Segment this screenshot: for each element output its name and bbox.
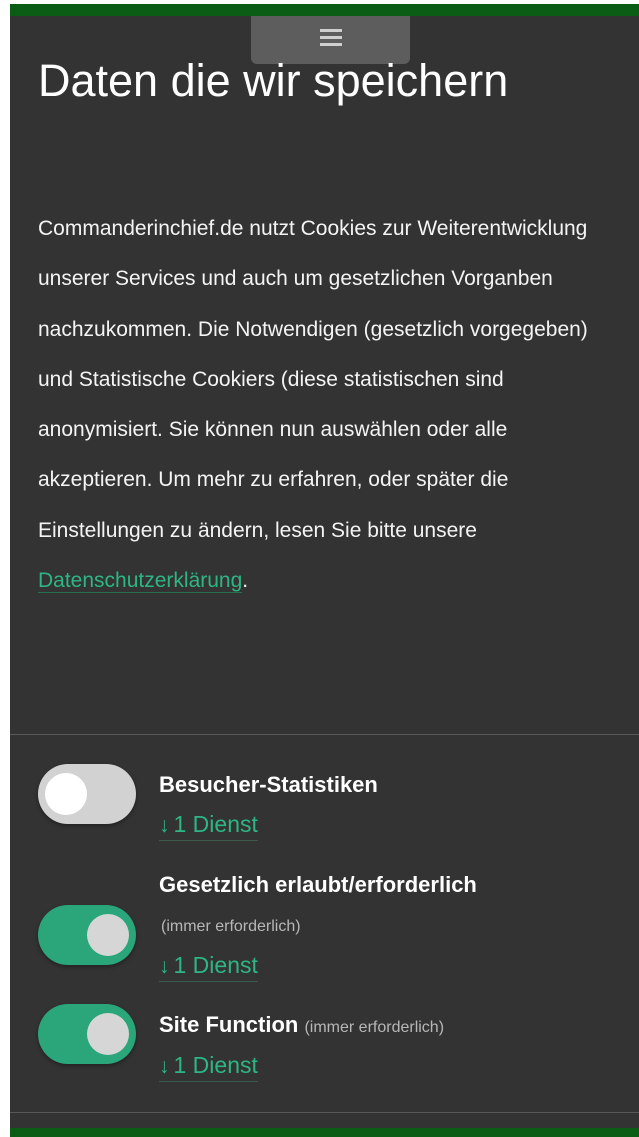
category-title-site-function: Site Function (immer erforderlich) — [159, 1012, 444, 1038]
service-count-label: 1 Dienst — [173, 1052, 258, 1078]
category-note-site-function: (immer erforderlich) — [304, 1019, 445, 1036]
cookie-consent-modal: Daten die wir speichern Commanderinchief… — [10, 16, 639, 1128]
category-title-besucher-statistiken: Besucher-Statistiken — [159, 772, 378, 797]
intro-text: Commanderinchief.de nutzt Cookies zur We… — [38, 204, 618, 606]
category-title-text: Site Function — [159, 1012, 299, 1037]
privacy-policy-link[interactable]: Datenschutzerklärung — [38, 569, 243, 594]
intro-end: . — [242, 569, 249, 593]
toggle-knob — [87, 1013, 129, 1055]
toggle-gesetzlich[interactable] — [38, 905, 136, 965]
section-divider — [10, 734, 639, 735]
section-divider-bottom — [10, 1112, 639, 1113]
toggle-knob — [45, 773, 87, 815]
hamburger-menu-icon — [319, 28, 342, 46]
site-footer-strip — [10, 1127, 639, 1137]
toggle-site-function[interactable] — [38, 1004, 136, 1064]
toggle-knob — [87, 914, 129, 956]
intro-body: Commanderinchief.de nutzt Cookies zur We… — [38, 217, 588, 542]
service-link-gesetzlich[interactable]: ↓ 1 Dienst — [159, 952, 258, 982]
category-note-gesetzlich: (immer erforderlich) — [161, 918, 301, 935]
service-link-site-function[interactable]: ↓ 1 Dienst — [159, 1052, 258, 1082]
category-title-gesetzlich: Gesetzlich erlaubt/erforderlich — [159, 872, 477, 897]
arrow-down-icon: ↓ — [159, 814, 170, 837]
service-link-besucher-statistiken[interactable]: ↓ 1 Dienst — [159, 811, 258, 841]
toggle-besucher-statistiken[interactable] — [38, 764, 136, 824]
page: Daten die wir speichern Commanderinchief… — [0, 0, 639, 1137]
service-count-label: 1 Dienst — [173, 952, 258, 978]
modal-title: Daten die wir speichern — [38, 55, 509, 106]
arrow-down-icon: ↓ — [159, 955, 170, 978]
arrow-down-icon: ↓ — [159, 1055, 170, 1078]
service-count-label: 1 Dienst — [173, 811, 258, 837]
